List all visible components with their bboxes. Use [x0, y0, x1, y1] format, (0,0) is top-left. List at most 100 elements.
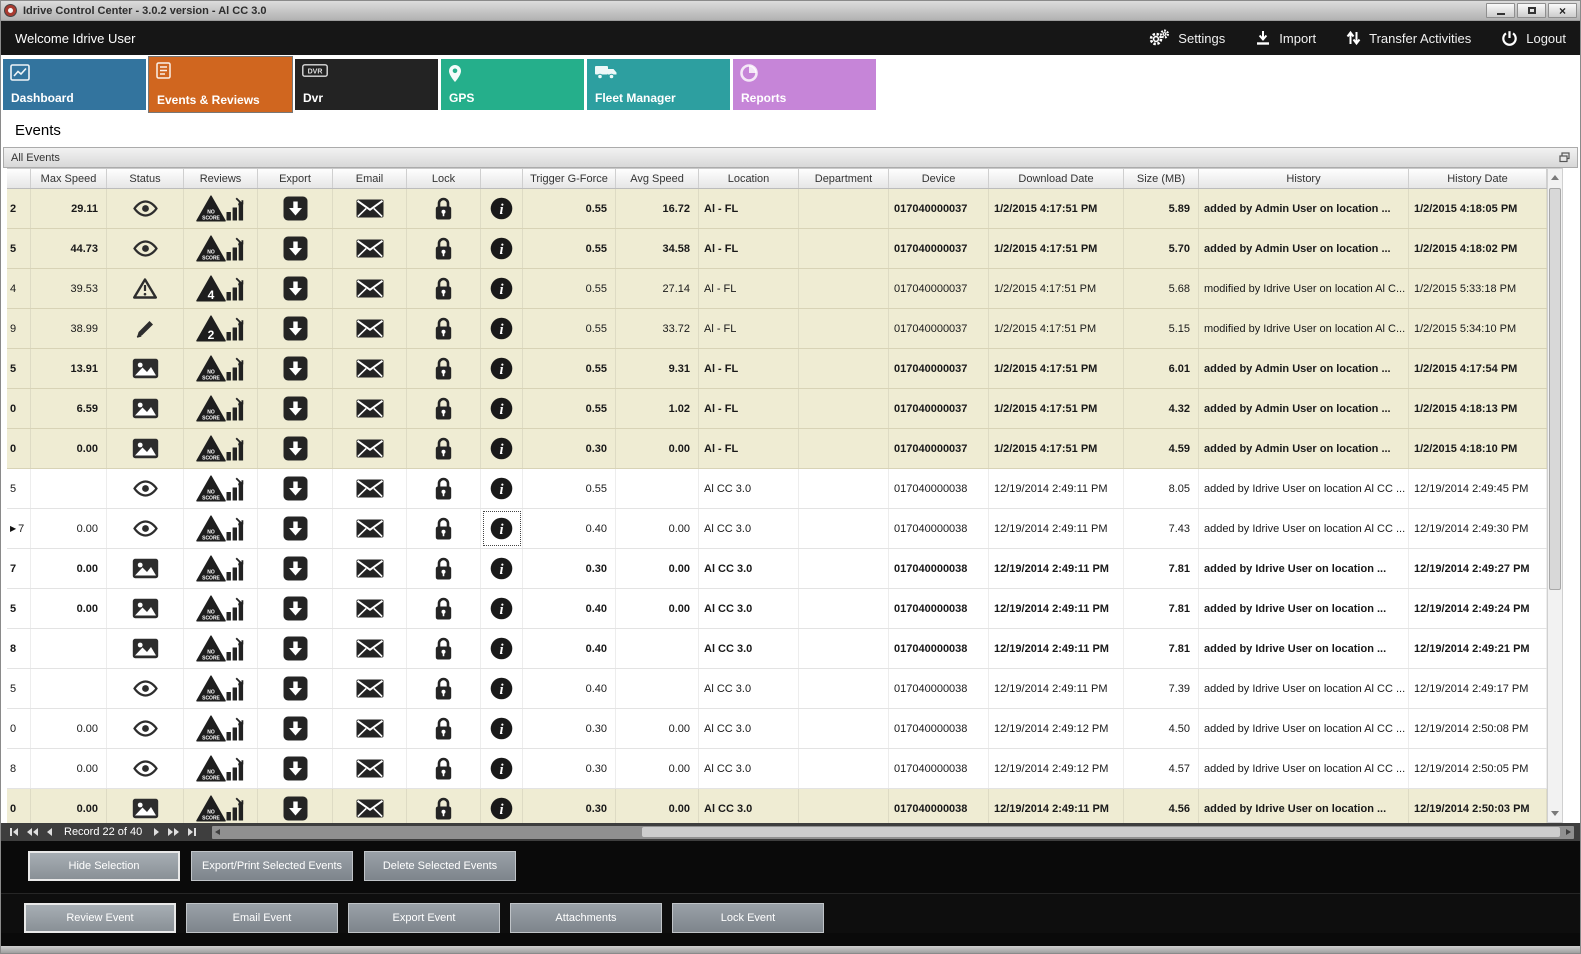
lock-button[interactable] [407, 349, 481, 388]
col-header-history_date[interactable]: History Date [1409, 169, 1547, 188]
horizontal-scrollbar[interactable] [212, 826, 1574, 839]
info-button[interactable]: i [481, 309, 523, 348]
tab-events-reviews[interactable]: Events & Reviews [149, 57, 292, 112]
status-photo-cell[interactable] [107, 629, 184, 668]
logout-button[interactable]: Logout [1501, 30, 1566, 47]
export-print-selected-events-button[interactable]: Export/Print Selected Events [191, 851, 353, 881]
table-row[interactable]: 5NOSCOREi0.40Al CC 3.001704000003812/19/… [7, 669, 1547, 709]
review-score-cell[interactable]: NOSCORE [184, 349, 258, 388]
lock-button[interactable] [407, 309, 481, 348]
review-score-cell[interactable]: NOSCORE [184, 669, 258, 708]
scroll-right-icon[interactable] [1566, 829, 1571, 835]
horizontal-scroll-thumb[interactable] [642, 827, 1560, 837]
col-header-download_date[interactable]: Download Date [989, 169, 1124, 188]
table-row[interactable]: 5NOSCOREi0.55Al CC 3.001704000003812/19/… [7, 469, 1547, 509]
col-header-export[interactable]: Export [258, 169, 333, 188]
hide-selection-button[interactable]: Hide Selection [28, 851, 180, 881]
info-button[interactable]: i [481, 269, 523, 308]
lock-button[interactable] [407, 429, 481, 468]
maximize-button[interactable] [1517, 3, 1546, 18]
export-button[interactable] [258, 509, 333, 548]
tab-dvr[interactable]: DVRDvr [295, 59, 438, 110]
delete-selected-events-button[interactable]: Delete Selected Events [364, 851, 516, 881]
col-header-trigger_g[interactable]: Trigger G-Force [523, 169, 616, 188]
export-button[interactable] [258, 669, 333, 708]
table-row[interactable]: 00.00NOSCOREi0.300.00Al - FL017040000037… [7, 429, 1547, 469]
col-header-history[interactable]: History [1199, 169, 1409, 188]
email-button[interactable] [333, 349, 407, 388]
export-button[interactable] [258, 469, 333, 508]
status-photo-cell[interactable] [107, 549, 184, 588]
prev-page-button[interactable] [24, 828, 41, 836]
lock-button[interactable] [407, 629, 481, 668]
email-button[interactable] [333, 389, 407, 428]
table-row[interactable]: 80.00NOSCOREi0.300.00Al CC 3.00170400000… [7, 749, 1547, 789]
col-header-status[interactable]: Status [107, 169, 184, 188]
email-button[interactable] [333, 629, 407, 668]
lock-button[interactable] [407, 269, 481, 308]
status-photo-cell[interactable] [107, 429, 184, 468]
review-score-cell[interactable]: 2 [184, 309, 258, 348]
status-warning-cell[interactable] [107, 269, 184, 308]
email-button[interactable] [333, 749, 407, 788]
email-button[interactable] [333, 589, 407, 628]
review-score-cell[interactable]: NOSCORE [184, 429, 258, 468]
lock-event-button[interactable]: Lock Event [672, 903, 824, 933]
table-row[interactable]: 439.534i0.5527.14Al - FL0170400000371/2/… [7, 269, 1547, 309]
table-row[interactable]: ▶70.00NOSCOREi0.400.00Al CC 3.0017040000… [7, 509, 1547, 549]
scroll-left-icon[interactable] [215, 829, 220, 835]
col-header-location[interactable]: Location [699, 169, 799, 188]
lock-button[interactable] [407, 469, 481, 508]
review-score-cell[interactable]: NOSCORE [184, 629, 258, 668]
info-button[interactable]: i [481, 389, 523, 428]
col-header-info[interactable] [481, 169, 523, 188]
col-header-lock[interactable]: Lock [407, 169, 481, 188]
export-button[interactable] [258, 429, 333, 468]
settings-button[interactable]: Settings [1148, 29, 1225, 47]
col-header-size[interactable]: Size (MB) [1124, 169, 1199, 188]
info-button[interactable]: i [481, 229, 523, 268]
status-pencil-cell[interactable] [107, 309, 184, 348]
status-photo-cell[interactable] [107, 349, 184, 388]
lock-button[interactable] [407, 709, 481, 748]
info-button[interactable]: i [481, 629, 523, 668]
lock-button[interactable] [407, 669, 481, 708]
next-record-button[interactable] [151, 828, 162, 836]
info-button[interactable]: i [481, 349, 523, 388]
import-button[interactable]: Import [1255, 30, 1316, 46]
export-button[interactable] [258, 389, 333, 428]
export-event-button[interactable]: Export Event [348, 903, 500, 933]
tab-fleet-manager[interactable]: Fleet Manager [587, 59, 730, 110]
col-header-device[interactable]: Device [889, 169, 989, 188]
float-panel-icon[interactable] [1559, 152, 1570, 163]
info-button[interactable]: i [481, 589, 523, 628]
info-button[interactable]: i [481, 549, 523, 588]
export-button[interactable] [258, 789, 333, 823]
table-row[interactable]: 8NOSCOREi0.40Al CC 3.001704000003812/19/… [7, 629, 1547, 669]
status-eye-cell[interactable] [107, 669, 184, 708]
lock-button[interactable] [407, 549, 481, 588]
info-button[interactable]: i [481, 469, 523, 508]
email-button[interactable] [333, 429, 407, 468]
col-header-avg_speed[interactable]: Avg Speed [616, 169, 699, 188]
lock-button[interactable] [407, 389, 481, 428]
review-score-cell[interactable]: 4 [184, 269, 258, 308]
first-record-button[interactable] [7, 828, 21, 836]
vertical-scroll-thumb[interactable] [1549, 188, 1561, 590]
tab-reports[interactable]: Reports [733, 59, 876, 110]
status-photo-cell[interactable] [107, 789, 184, 823]
export-button[interactable] [258, 749, 333, 788]
lock-button[interactable] [407, 189, 481, 228]
review-score-cell[interactable]: NOSCORE [184, 709, 258, 748]
status-photo-cell[interactable] [107, 589, 184, 628]
table-row[interactable]: 938.992i0.5533.72Al - FL0170400000371/2/… [7, 309, 1547, 349]
tab-dashboard[interactable]: Dashboard [3, 59, 146, 110]
table-row[interactable]: 06.59NOSCOREi0.551.02Al - FL017040000037… [7, 389, 1547, 429]
info-button[interactable]: i [481, 789, 523, 823]
review-event-button[interactable]: Review Event [24, 903, 176, 933]
prev-record-button[interactable] [44, 828, 55, 836]
table-row[interactable]: 229.11NOSCOREi0.5516.72Al - FL0170400000… [7, 189, 1547, 229]
email-button[interactable] [333, 189, 407, 228]
review-score-cell[interactable]: NOSCORE [184, 549, 258, 588]
info-button[interactable]: i [481, 669, 523, 708]
